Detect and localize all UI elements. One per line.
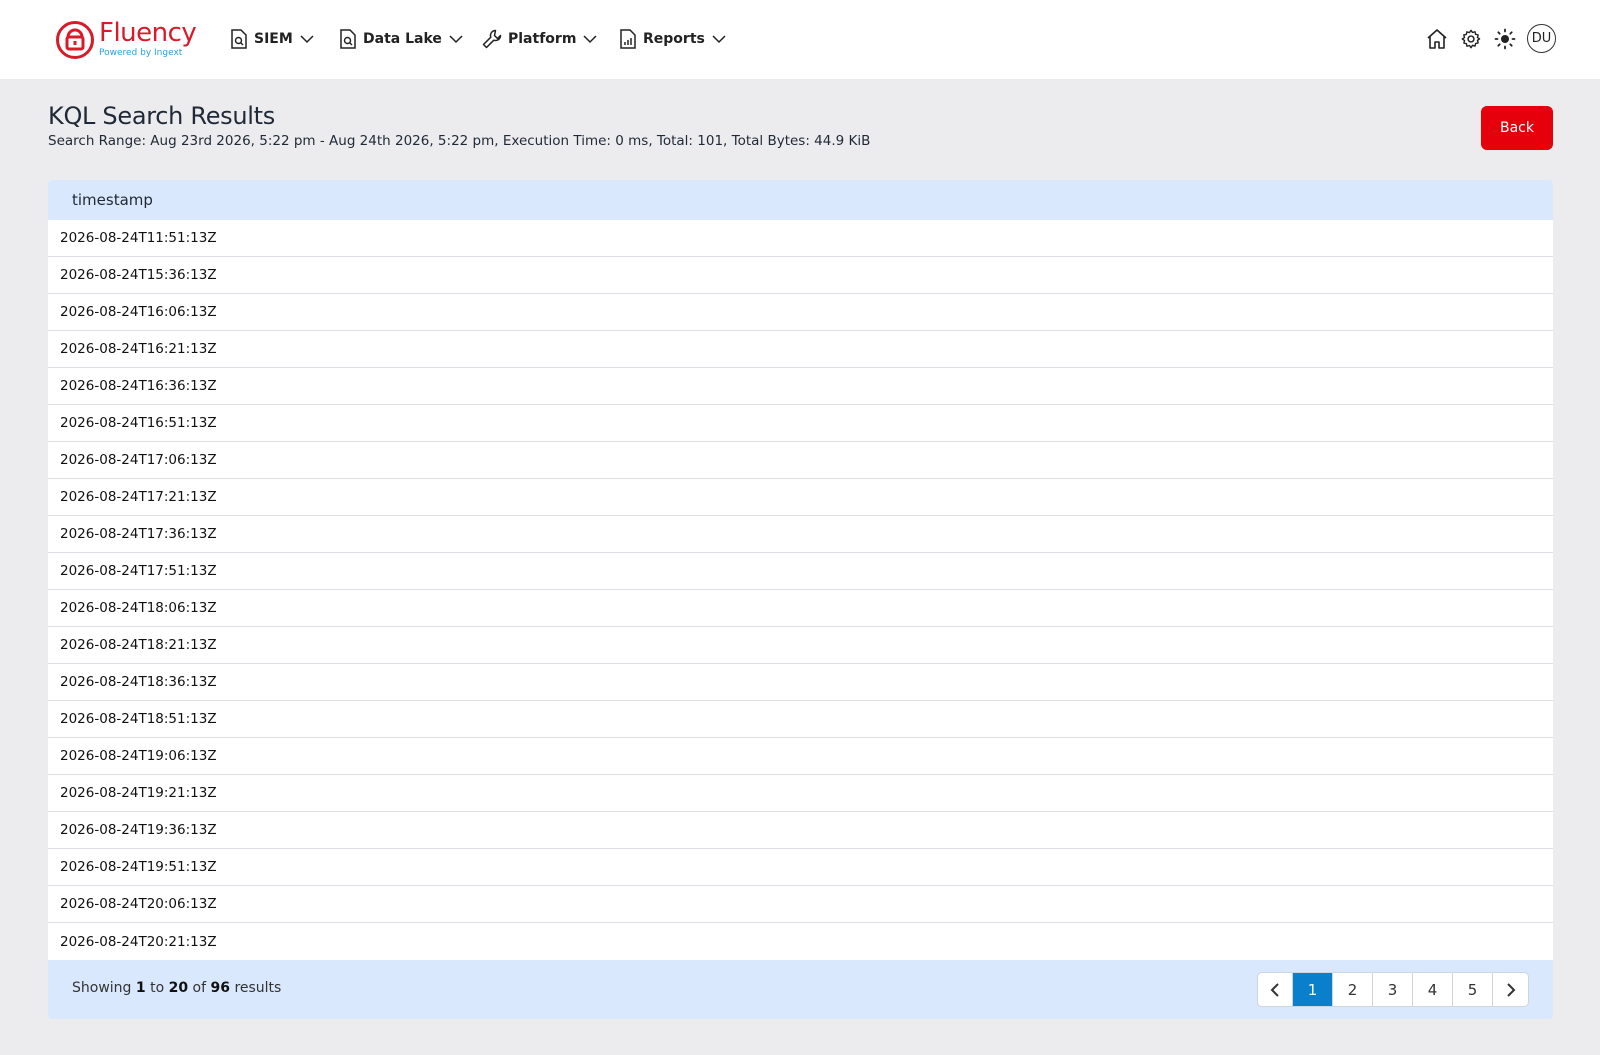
theme-toggle-button[interactable]: [1493, 27, 1517, 51]
nav-data-lake-label: Data Lake: [363, 31, 442, 47]
brand-tagline: Powered by Ingext: [99, 48, 183, 58]
table-row[interactable]: 2026-08-24T17:21:13Z: [48, 479, 1553, 516]
user-avatar[interactable]: DU: [1527, 24, 1556, 53]
nav-reports[interactable]: Reports: [619, 26, 727, 52]
chevron-down-icon: [449, 35, 463, 44]
wrench-icon: [482, 29, 502, 49]
table-body: 2026-08-24T11:51:13Z 2026-08-24T15:36:13Z…: [48, 220, 1553, 960]
table-row[interactable]: 2026-08-24T16:51:13Z: [48, 405, 1553, 442]
fluency-logo-icon: [56, 21, 94, 59]
page-button-4[interactable]: 4: [1413, 973, 1453, 1006]
search-summary: Search Range: Aug 23rd 2026, 5:22 pm - A…: [48, 133, 871, 149]
search-document-icon: [231, 29, 247, 49]
of-label: of: [192, 980, 207, 996]
column-header-timestamp[interactable]: timestamp: [48, 180, 1553, 220]
table-row[interactable]: 2026-08-24T18:51:13Z: [48, 701, 1553, 738]
page-title: KQL Search Results: [48, 102, 275, 130]
timestamp-cell: 2026-08-24T18:51:13Z: [60, 711, 217, 727]
chevron-down-icon: [712, 35, 726, 44]
chevron-right-icon: [1506, 982, 1515, 997]
results-to: 20: [168, 980, 189, 996]
table-row[interactable]: 2026-08-24T19:06:13Z: [48, 738, 1553, 775]
previous-page-button[interactable]: [1258, 973, 1293, 1006]
table-footer: Showing 1 to 20 of 96 results 12345: [48, 960, 1553, 1019]
table-row[interactable]: 2026-08-24T19:21:13Z: [48, 775, 1553, 812]
results-table: timestamp 2026-08-24T11:51:13Z 2026-08-24…: [48, 180, 1553, 1019]
timestamp-cell: 2026-08-24T17:21:13Z: [60, 489, 217, 505]
report-document-icon: [620, 29, 636, 49]
sun-icon: [1494, 28, 1516, 49]
page-button-5[interactable]: 5: [1453, 973, 1493, 1006]
table-row[interactable]: 2026-08-24T17:36:13Z: [48, 516, 1553, 553]
table-row[interactable]: 2026-08-24T19:51:13Z: [48, 849, 1553, 886]
next-page-button[interactable]: [1493, 973, 1528, 1006]
page-button-2[interactable]: 2: [1333, 973, 1373, 1006]
table-row[interactable]: 2026-08-24T20:06:13Z: [48, 886, 1553, 923]
results-label: results: [234, 980, 282, 996]
pagination: 12345: [1257, 972, 1529, 1007]
nav-siem-label: SIEM: [254, 31, 293, 47]
nav-data-lake[interactable]: Data Lake: [339, 26, 464, 52]
table-row[interactable]: 2026-08-24T18:06:13Z: [48, 590, 1553, 627]
table-row[interactable]: 2026-08-24T15:36:13Z: [48, 257, 1553, 294]
timestamp-cell: 2026-08-24T18:06:13Z: [60, 600, 217, 616]
timestamp-cell: 2026-08-24T19:06:13Z: [60, 748, 217, 764]
timestamp-cell: 2026-08-24T16:21:13Z: [60, 341, 217, 357]
table-row[interactable]: 2026-08-24T16:21:13Z: [48, 331, 1553, 368]
table-row[interactable]: 2026-08-24T18:21:13Z: [48, 627, 1553, 664]
table-row[interactable]: 2026-08-24T19:36:13Z: [48, 812, 1553, 849]
nav-platform-label: Platform: [508, 31, 577, 47]
header-actions: DU: [1425, 24, 1556, 53]
settings-button[interactable]: [1459, 27, 1483, 51]
nav-siem[interactable]: SIEM: [230, 26, 315, 52]
timestamp-cell: 2026-08-24T20:21:13Z: [60, 933, 217, 950]
back-button[interactable]: Back: [1481, 106, 1553, 150]
top-navigation-bar: Fluency Powered by Ingext SIEM Data Lake…: [0, 0, 1600, 79]
timestamp-cell: 2026-08-24T11:51:13Z: [60, 230, 217, 246]
nav-platform[interactable]: Platform: [482, 26, 598, 52]
showing-label: Showing: [72, 980, 132, 996]
timestamp-cell: 2026-08-24T19:36:13Z: [60, 822, 217, 838]
timestamp-cell: 2026-08-24T17:36:13Z: [60, 526, 217, 542]
timestamp-cell: 2026-08-24T19:21:13Z: [60, 785, 217, 801]
fluency-logo[interactable]: Fluency Powered by Ingext: [55, 18, 205, 60]
table-row[interactable]: 2026-08-24T16:36:13Z: [48, 368, 1553, 405]
table-row[interactable]: 2026-08-24T16:06:13Z: [48, 294, 1553, 331]
home-icon: [1427, 28, 1447, 49]
home-button[interactable]: [1425, 27, 1449, 51]
results-from: 1: [135, 980, 146, 996]
timestamp-cell: 2026-08-24T17:06:13Z: [60, 452, 217, 468]
chevron-left-icon: [1270, 982, 1279, 997]
timestamp-cell: 2026-08-24T19:51:13Z: [60, 859, 217, 875]
table-row[interactable]: 2026-08-24T11:51:13Z: [48, 220, 1553, 257]
nav-reports-label: Reports: [643, 31, 705, 47]
table-row[interactable]: 2026-08-24T17:06:13Z: [48, 442, 1553, 479]
brand-name: Fluency: [99, 18, 197, 48]
table-row[interactable]: 2026-08-24T18:36:13Z: [48, 664, 1553, 701]
chevron-down-icon: [583, 35, 597, 44]
table-row[interactable]: 2026-08-24T20:21:13Z: [48, 923, 1553, 960]
timestamp-cell: 2026-08-24T16:36:13Z: [60, 378, 217, 394]
timestamp-cell: 2026-08-24T20:06:13Z: [60, 896, 217, 912]
results-total: 96: [210, 980, 230, 996]
timestamp-cell: 2026-08-24T16:51:13Z: [60, 415, 217, 431]
table-row[interactable]: 2026-08-24T17:51:13Z: [48, 553, 1553, 590]
timestamp-cell: 2026-08-24T18:36:13Z: [60, 674, 217, 690]
timestamp-cell: 2026-08-24T17:51:13Z: [60, 563, 217, 579]
gear-icon: [1461, 29, 1481, 48]
timestamp-cell: 2026-08-24T15:36:13Z: [60, 267, 217, 283]
timestamp-cell: 2026-08-24T16:06:13Z: [60, 304, 217, 320]
page-button-1[interactable]: 1: [1293, 973, 1333, 1006]
results-summary: Showing 1 to 20 of 96 results: [72, 980, 281, 996]
page-button-3[interactable]: 3: [1373, 973, 1413, 1006]
to-label: to: [150, 980, 165, 996]
search-document-icon: [340, 29, 356, 49]
timestamp-cell: 2026-08-24T18:21:13Z: [60, 637, 217, 653]
chevron-down-icon: [300, 35, 314, 44]
